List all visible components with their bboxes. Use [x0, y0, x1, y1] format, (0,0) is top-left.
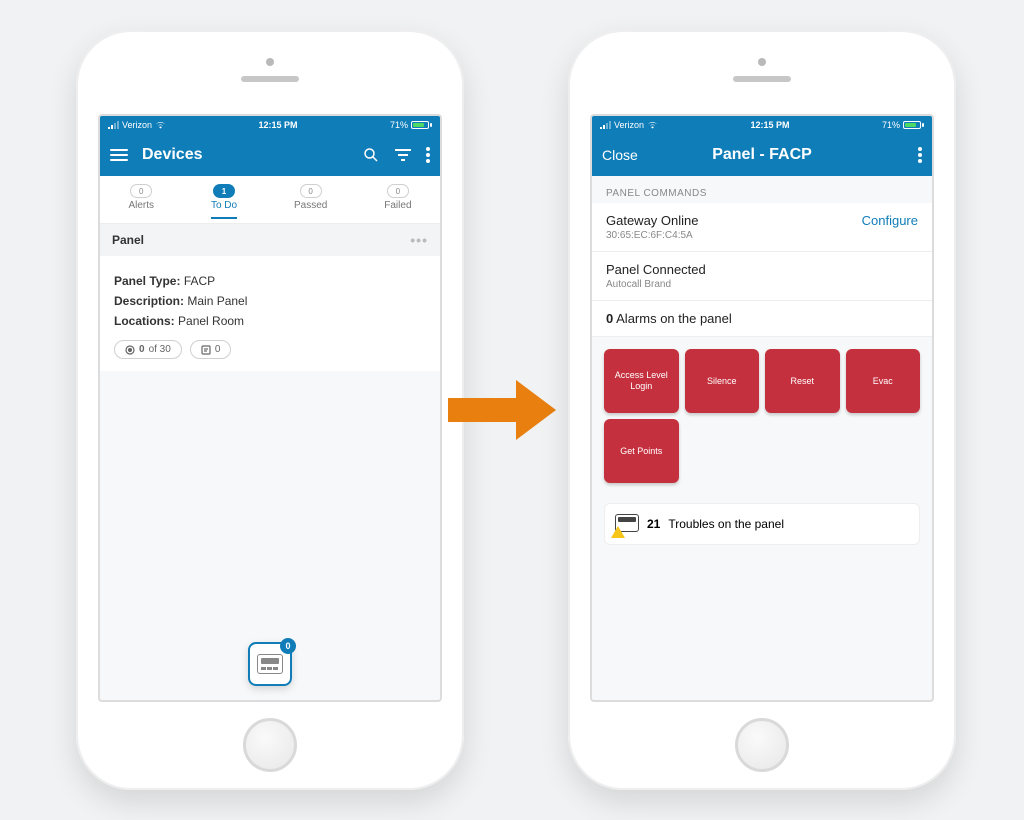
row-alarms[interactable]: 0 Alarms on the panel — [592, 301, 932, 337]
more-icon[interactable] — [426, 147, 430, 163]
tab-todo[interactable]: 1 To Do — [211, 184, 237, 219]
gateway-mac: 30:65:EC:6F:C4:5A — [606, 230, 699, 241]
device-card[interactable]: Panel Type: FACP Description: Main Panel… — [100, 256, 440, 371]
status-time: 12:15 PM — [750, 120, 789, 130]
more-icon[interactable] — [918, 147, 922, 163]
battery-icon — [411, 121, 432, 129]
cmd-get-points[interactable]: Get Points — [604, 419, 679, 483]
battery-pct: 71% — [882, 120, 900, 130]
prop-desc-label: Description: — [114, 294, 184, 308]
section-title: Panel — [112, 233, 144, 247]
tab-alerts[interactable]: 0 Alerts — [128, 184, 154, 219]
cmd-access-login[interactable]: Access Level Login — [604, 349, 679, 413]
chip-progress[interactable]: 0 of 30 — [114, 340, 182, 359]
signal-icon — [108, 121, 119, 129]
filter-icon[interactable] — [394, 148, 412, 162]
battery-pct: 71% — [390, 120, 408, 130]
transition-arrow — [448, 380, 568, 440]
carrier-label: Verizon — [122, 120, 152, 130]
page-title: Panel - FACP — [712, 146, 812, 164]
notes-count: 0 — [215, 344, 221, 355]
phone-camera — [266, 58, 274, 66]
status-tabs: 0 Alerts 1 To Do 0 Passed 0 Failed — [100, 176, 440, 224]
tab-label: Passed — [294, 200, 327, 211]
alarms-count: 0 — [606, 311, 613, 326]
progress-of: of 30 — [149, 344, 171, 355]
wifi-icon — [155, 121, 166, 129]
floating-panel-button[interactable]: 0 — [248, 642, 292, 686]
close-button[interactable]: Close — [602, 147, 638, 163]
tab-count: 0 — [130, 184, 152, 198]
phone-speaker — [241, 76, 299, 82]
prop-loc-value: Panel Room — [178, 314, 244, 328]
wifi-icon — [647, 121, 658, 129]
progress-done: 0 — [139, 344, 145, 355]
tab-count: 0 — [300, 184, 322, 198]
signal-icon — [600, 121, 611, 129]
row-troubles[interactable]: 21 Troubles on the panel — [604, 503, 920, 545]
note-icon — [201, 345, 211, 355]
status-bar: Verizon 12:15 PM 71% — [100, 116, 440, 134]
page-title: Devices — [142, 146, 203, 164]
navbar-devices: Devices — [100, 134, 440, 176]
cmd-silence[interactable]: Silence — [685, 349, 760, 413]
alarms-text: Alarms on the panel — [616, 311, 732, 326]
prop-loc-label: Locations: — [114, 314, 175, 328]
tab-label: Failed — [384, 200, 411, 211]
chip-notes[interactable]: 0 — [190, 340, 232, 359]
floating-badge: 0 — [280, 638, 296, 654]
gateway-title: Gateway Online — [606, 213, 699, 228]
phone-frame-right: Verizon 12:15 PM 71% Close Panel - FACP … — [568, 30, 956, 790]
command-grid: Access Level Login Silence Reset Evac Ge… — [592, 337, 932, 495]
configure-link[interactable]: Configure — [862, 213, 918, 228]
tab-label: Alerts — [128, 200, 154, 211]
prop-type-label: Panel Type: — [114, 274, 180, 288]
menu-icon[interactable] — [110, 149, 128, 161]
cmd-evac[interactable]: Evac — [846, 349, 921, 413]
status-bar: Verizon 12:15 PM 71% — [592, 116, 932, 134]
target-icon — [125, 345, 135, 355]
troubles-count: 21 — [647, 517, 660, 531]
row-gateway[interactable]: Gateway Online 30:65:EC:6F:C4:5A Configu… — [592, 203, 932, 252]
cmd-reset[interactable]: Reset — [765, 349, 840, 413]
battery-icon — [903, 121, 924, 129]
trouble-icon — [615, 514, 639, 534]
prop-desc-value: Main Panel — [187, 294, 247, 308]
phone-speaker — [733, 76, 791, 82]
screen-right: Verizon 12:15 PM 71% Close Panel - FACP … — [590, 114, 934, 702]
panel-brand: Autocall Brand — [606, 279, 706, 290]
prop-type-value: FACP — [184, 274, 215, 288]
panel-commands-heading: PANEL COMMANDS — [592, 176, 932, 203]
tab-count: 0 — [387, 184, 409, 198]
tab-count: 1 — [213, 184, 235, 198]
phone-frame-left: Verizon 12:15 PM 71% Devices 0 — [76, 30, 464, 790]
carrier-label: Verizon — [614, 120, 644, 130]
phone-camera — [758, 58, 766, 66]
panel-title: Panel Connected — [606, 262, 706, 277]
navbar-panel: Close Panel - FACP — [592, 134, 932, 176]
panel-icon — [257, 654, 283, 674]
tab-failed[interactable]: 0 Failed — [384, 184, 411, 219]
troubles-text: Troubles on the panel — [668, 517, 784, 531]
search-icon[interactable] — [362, 146, 380, 164]
tab-label: To Do — [211, 200, 237, 211]
home-button[interactable] — [243, 718, 297, 772]
screen-left: Verizon 12:15 PM 71% Devices 0 — [98, 114, 442, 702]
tab-passed[interactable]: 0 Passed — [294, 184, 327, 219]
section-more-icon[interactable]: ••• — [410, 232, 428, 248]
status-time: 12:15 PM — [258, 120, 297, 130]
row-panel-connected[interactable]: Panel Connected Autocall Brand — [592, 252, 932, 301]
home-button[interactable] — [735, 718, 789, 772]
section-panel-header: Panel ••• — [100, 224, 440, 256]
